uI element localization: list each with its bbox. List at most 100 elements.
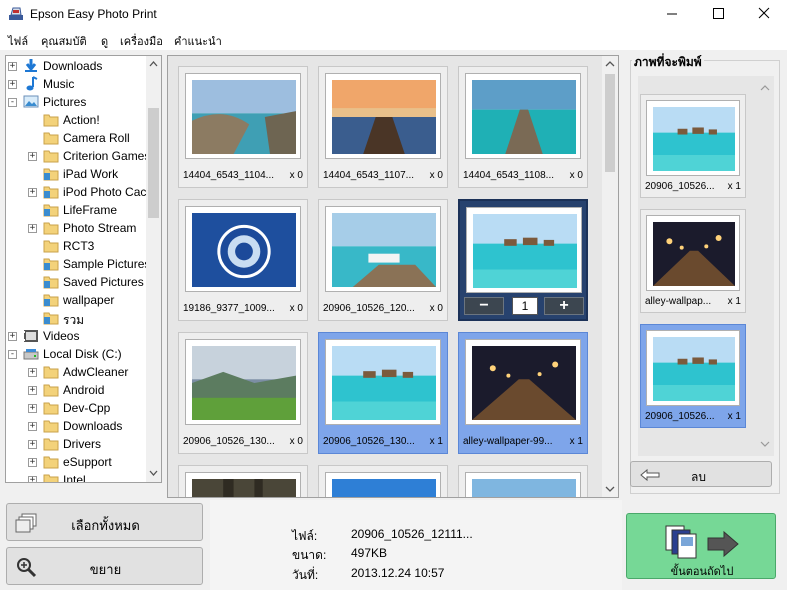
tree-item[interactable]: + Intel bbox=[6, 471, 146, 482]
tree-item[interactable]: + Android bbox=[6, 381, 146, 399]
delete-button-label: ลบ bbox=[691, 470, 706, 484]
quantity-stepper[interactable]: −1 + bbox=[464, 297, 584, 317]
thumbnail-grid[interactable]: 14404_6543_1104... x 0 14404_6543_1107... x… bbox=[167, 55, 619, 498]
expand-icon[interactable]: + bbox=[28, 152, 37, 161]
collapse-icon[interactable]: - bbox=[8, 98, 17, 107]
tree-item[interactable]: LifeFrame bbox=[6, 201, 146, 219]
tree-item[interactable]: iPad Work bbox=[6, 165, 146, 183]
tree-item[interactable]: + Downloads bbox=[6, 57, 146, 75]
size-label: ขนาด: bbox=[292, 548, 327, 562]
delete-button[interactable]: ลบ bbox=[630, 461, 772, 487]
select-all-button[interactable]: เลือกทั้งหมด bbox=[6, 503, 203, 541]
photo-tile[interactable]: 20906_10526_130... x 0 bbox=[178, 332, 308, 454]
photo-image bbox=[192, 346, 296, 420]
expand-icon[interactable]: + bbox=[28, 458, 37, 467]
print-queue-item[interactable]: 20906_10526... x 1 bbox=[640, 94, 746, 198]
photo-tile[interactable]: 20906_10526_120... x 0 bbox=[318, 199, 448, 321]
photo-filename: 14404_6543_1104... bbox=[183, 170, 275, 181]
increase-quantity-button[interactable]: + bbox=[544, 297, 584, 315]
tree-item[interactable]: + Downloads bbox=[6, 417, 146, 435]
expand-icon[interactable]: + bbox=[8, 62, 17, 71]
folder-tree[interactable]: + Downloads + Music - Pictures Action! Camera R… bbox=[5, 55, 162, 483]
tree-item[interactable]: Sample Pictures bbox=[6, 255, 150, 273]
print-queue-item[interactable]: alley-wallpap... x 1 bbox=[640, 209, 746, 313]
next-step-button[interactable]: ขั้นตอนถัดไป bbox=[626, 513, 776, 579]
minimize-button[interactable] bbox=[649, 0, 695, 28]
print-queue-item[interactable]: 20906_10526... x 1 bbox=[640, 324, 746, 428]
tree-item[interactable]: wallpaper bbox=[6, 291, 146, 309]
download-icon bbox=[25, 59, 37, 72]
expand-icon[interactable]: + bbox=[28, 476, 37, 482]
photo-tile[interactable] bbox=[458, 465, 588, 497]
grid-scroll-thumb[interactable] bbox=[605, 74, 615, 172]
grid-scrollbar[interactable] bbox=[602, 56, 618, 497]
decrease-quantity-button[interactable]: − bbox=[464, 297, 504, 315]
expand-icon[interactable]: + bbox=[8, 80, 17, 89]
tree-item[interactable]: - Local Disk (C:) bbox=[6, 345, 146, 363]
print-panel: ภาพที่จะพิมพ์ 20906_10526... x 1 alley-wal… bbox=[624, 50, 787, 500]
photo-thumbnail bbox=[465, 73, 581, 159]
photo-tile[interactable]: 14404_6543_1104... x 0 bbox=[178, 66, 308, 188]
expand-icon[interactable]: + bbox=[28, 440, 37, 449]
tree-item[interactable]: + AdwCleaner bbox=[6, 363, 146, 381]
tree-item[interactable]: Camera Roll bbox=[6, 129, 146, 147]
expand-icon[interactable]: + bbox=[28, 188, 37, 197]
photo-thumbnail bbox=[646, 100, 740, 176]
photo-tile[interactable]: 19186_9377_1009... x 0 bbox=[178, 199, 308, 321]
scroll-up-icon[interactable] bbox=[146, 57, 161, 72]
tree-item[interactable]: รวม bbox=[6, 309, 146, 327]
expand-icon[interactable]: + bbox=[28, 404, 37, 413]
scroll-up-icon[interactable] bbox=[758, 82, 772, 94]
tree-item[interactable]: - Pictures bbox=[6, 93, 146, 111]
tree-item[interactable]: Action! bbox=[6, 111, 146, 129]
photo-thumbnail bbox=[185, 472, 301, 497]
expand-icon[interactable]: + bbox=[28, 386, 37, 395]
tree-item[interactable]: + Videos bbox=[6, 327, 146, 345]
tree-item[interactable]: + Criterion Games bbox=[6, 147, 150, 165]
zoom-button[interactable]: ขยาย bbox=[6, 547, 203, 585]
menu-properties[interactable]: คุณสมบัติ bbox=[41, 32, 87, 50]
collapse-icon[interactable]: - bbox=[8, 350, 17, 359]
tree-item[interactable]: + Music bbox=[6, 75, 146, 93]
tree-item[interactable]: + Photo Stream bbox=[6, 219, 146, 237]
menu-file[interactable]: ไฟล์ bbox=[8, 32, 28, 50]
tree-item[interactable]: + Dev-Cpp bbox=[6, 399, 146, 417]
expand-icon[interactable]: + bbox=[28, 368, 37, 377]
close-button[interactable] bbox=[741, 0, 787, 28]
tree-scroll-thumb[interactable] bbox=[148, 108, 159, 218]
folder-image-icon bbox=[43, 204, 59, 217]
tree-item[interactable]: RCT3 bbox=[6, 237, 146, 255]
scroll-down-icon[interactable] bbox=[146, 465, 161, 480]
expand-icon[interactable]: + bbox=[28, 422, 37, 431]
tree-item[interactable]: + iPod Photo Cach bbox=[6, 183, 153, 201]
quantity-value[interactable]: 1 bbox=[512, 297, 538, 315]
expand-icon[interactable]: + bbox=[8, 332, 17, 341]
photo-image bbox=[192, 213, 296, 287]
menu-tools[interactable]: เครื่องมือ bbox=[120, 32, 163, 50]
tree-item[interactable]: + Drivers bbox=[6, 435, 146, 453]
folder-icon bbox=[43, 366, 59, 379]
maximize-button[interactable] bbox=[695, 0, 741, 28]
tree-item-label: Music bbox=[43, 77, 75, 91]
photo-tile[interactable]: −1 + bbox=[458, 199, 588, 321]
print-list[interactable]: 20906_10526... x 1 alley-wallpap... x 1 2090… bbox=[638, 76, 774, 456]
photo-tile[interactable]: alley-wallpaper-99... x 1 bbox=[458, 332, 588, 454]
scroll-down-icon[interactable] bbox=[758, 438, 772, 450]
tree-scrollbar[interactable] bbox=[146, 56, 161, 482]
menu-help[interactable]: คำแนะนำ bbox=[174, 32, 222, 50]
scroll-down-icon[interactable] bbox=[602, 481, 618, 496]
tree-item[interactable]: Saved Pictures bbox=[6, 273, 146, 291]
photo-tile[interactable] bbox=[178, 465, 308, 497]
menu-view[interactable]: ดู bbox=[101, 32, 108, 50]
photo-tile[interactable] bbox=[318, 465, 448, 497]
folder-image-icon bbox=[43, 168, 59, 181]
tree-item-label: Camera Roll bbox=[63, 131, 130, 145]
expand-icon[interactable]: + bbox=[28, 224, 37, 233]
tree-item[interactable]: + eSupport bbox=[6, 453, 146, 471]
photo-tile[interactable]: 14404_6543_1108... x 0 bbox=[458, 66, 588, 188]
scroll-up-icon[interactable] bbox=[602, 57, 618, 72]
file-info-panel: ไฟล์: 20906_10526_12111... ขนาด: 497KB ว… bbox=[210, 500, 622, 590]
photo-tile[interactable]: 20906_10526_130... x 1 bbox=[318, 332, 448, 454]
photo-tile[interactable]: 14404_6543_1107... x 0 bbox=[318, 66, 448, 188]
tree-item-label: Criterion Games bbox=[63, 149, 151, 163]
